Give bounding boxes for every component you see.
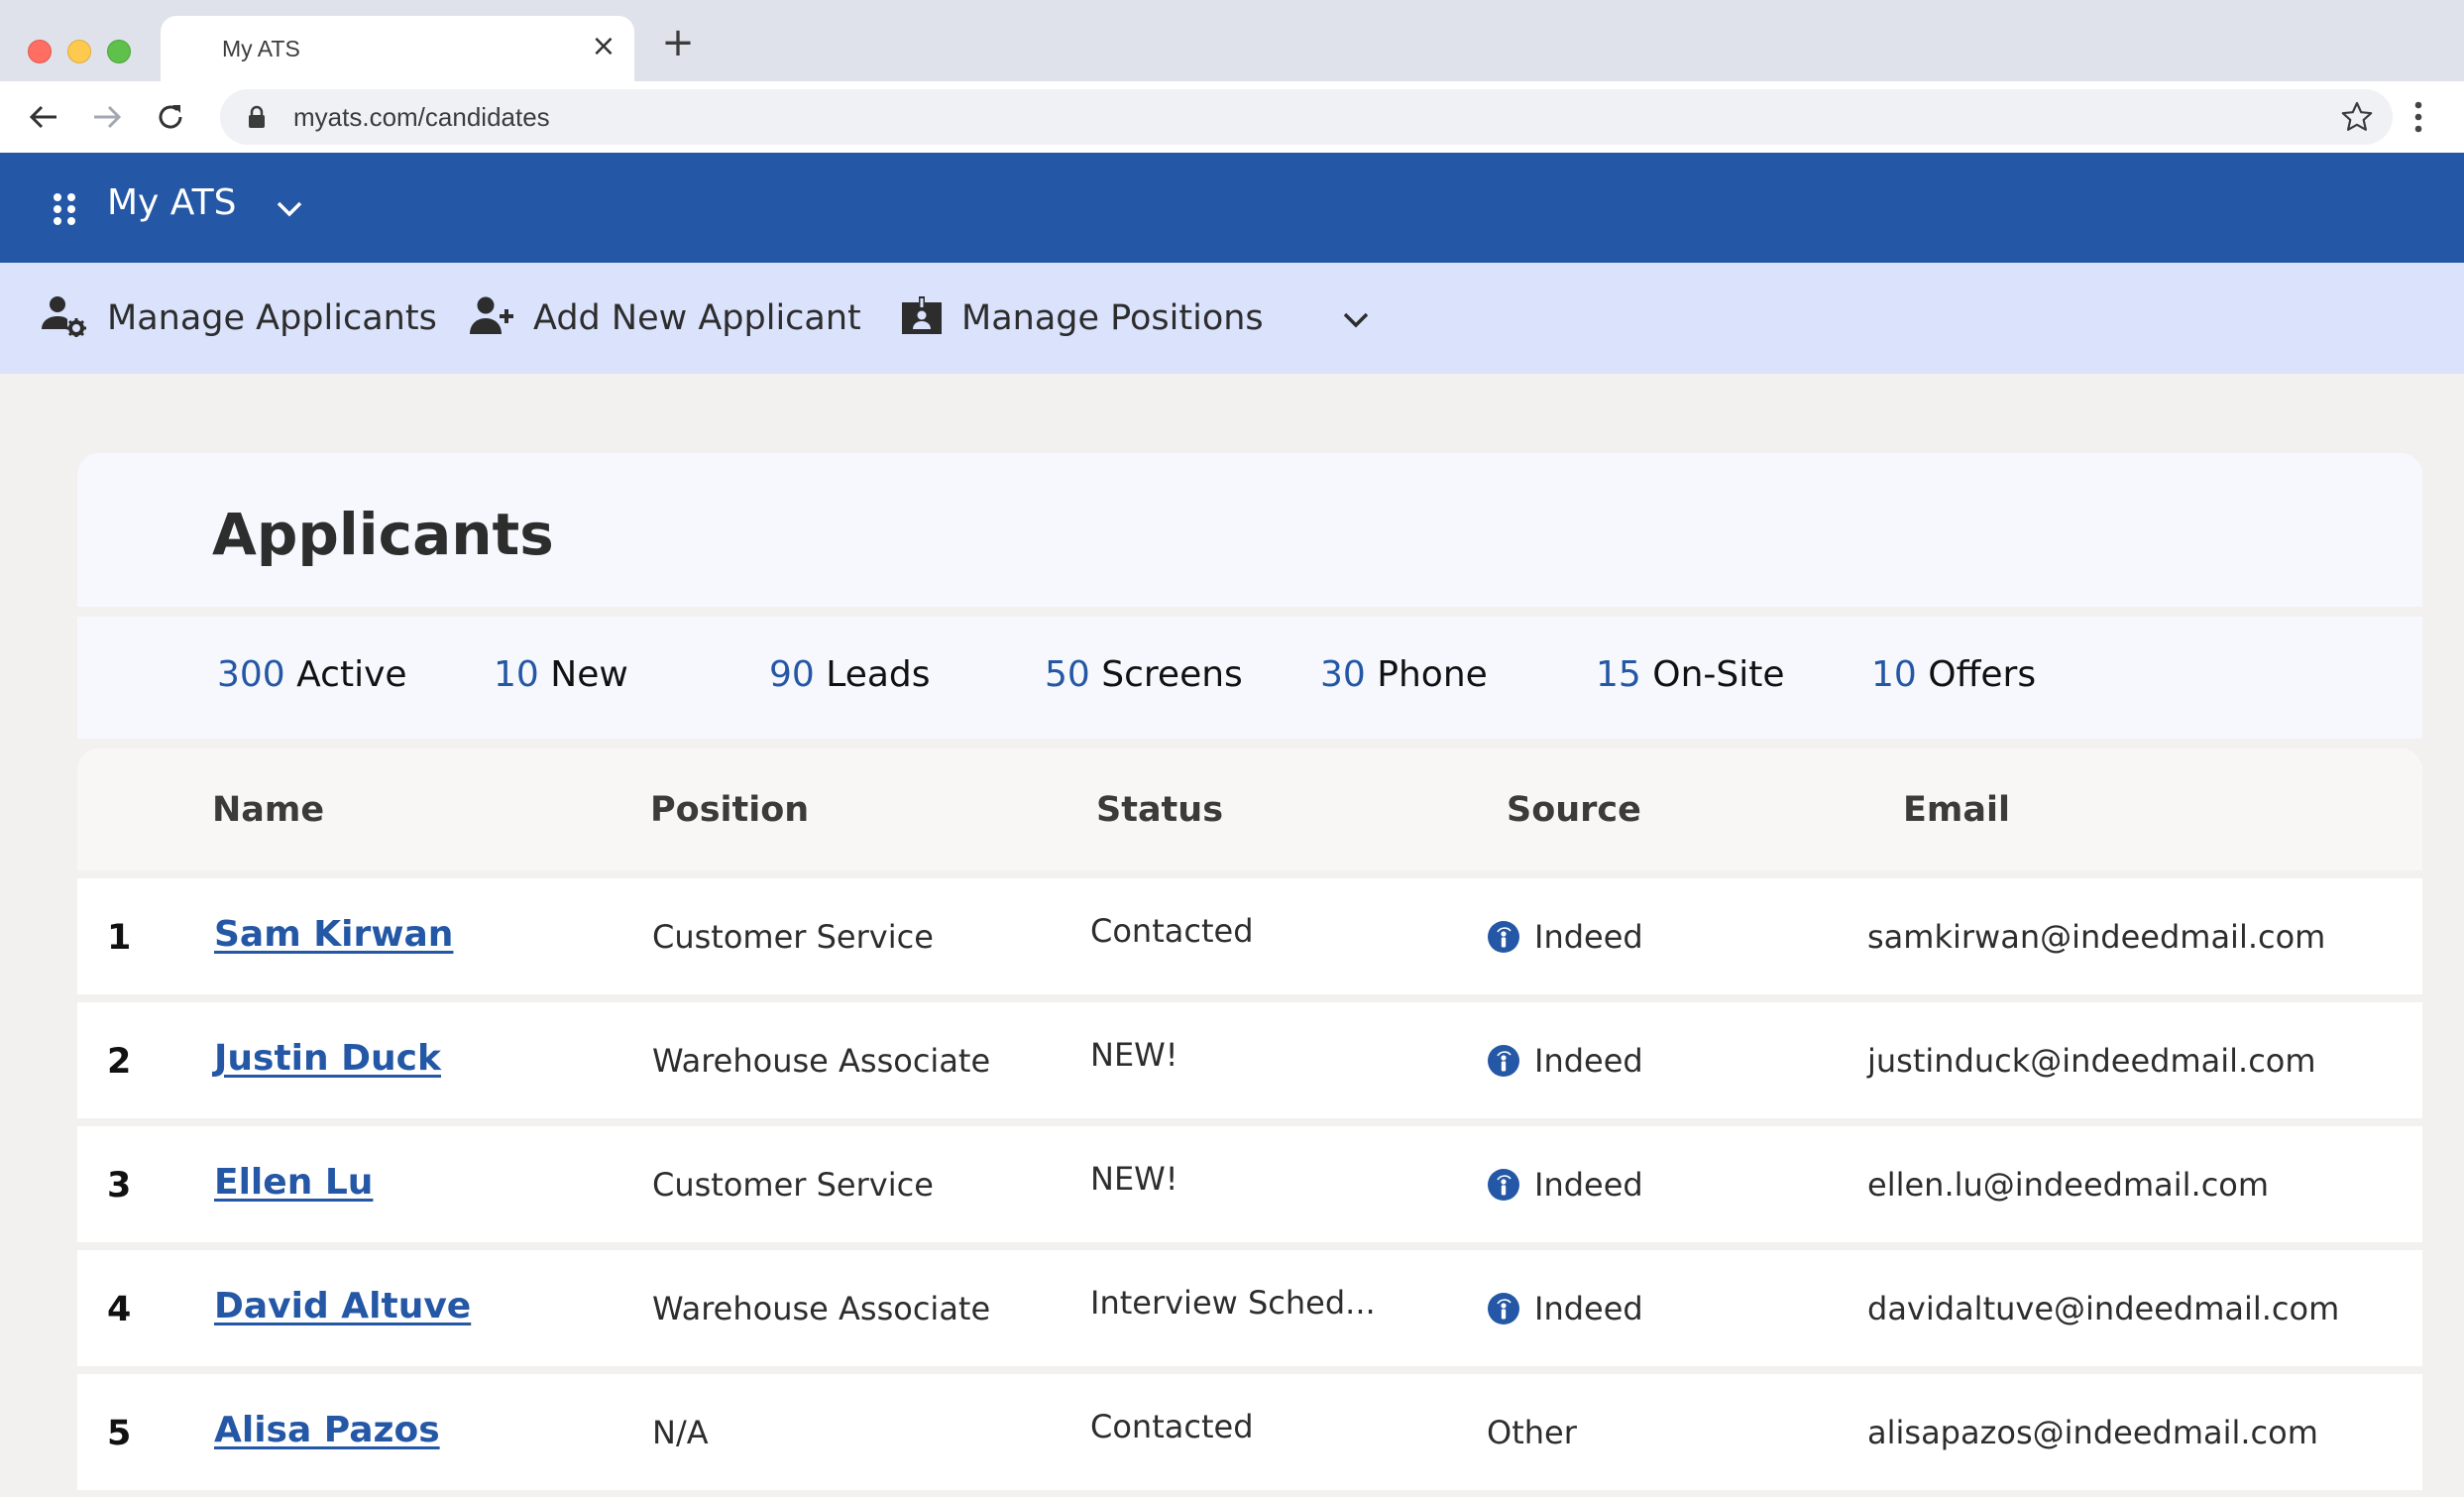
source-label: Indeed — [1534, 1166, 1643, 1204]
applicant-source: Indeed — [1487, 1290, 1643, 1327]
applicant-status: Contacted — [1090, 912, 1254, 950]
applicant-position: Warehouse Associate — [652, 1290, 991, 1327]
applicant-name-link[interactable]: Sam Kirwan — [214, 914, 453, 955]
address-bar[interactable]: myats.com/candidates — [220, 89, 2393, 145]
column-header-name[interactable]: Name — [212, 790, 324, 830]
source-label: Other — [1487, 1414, 1577, 1451]
stat-leads[interactable]: 90 Leads — [769, 654, 931, 695]
minimize-window-button[interactable] — [67, 40, 91, 63]
applicant-email: alisapazos@indeedmail.com — [1867, 1414, 2318, 1451]
app-title: My ATS — [107, 182, 237, 223]
applicant-source: Indeed — [1487, 1166, 1643, 1204]
column-header-status[interactable]: Status — [1096, 790, 1223, 830]
row-index: 1 — [107, 918, 132, 958]
user-plus-icon — [470, 296, 513, 340]
table-row[interactable]: 4 David Altuve Warehouse Associate Inter… — [77, 1250, 2422, 1366]
browser-tab-bar: My ATS × + — [0, 0, 2464, 81]
browser-tab[interactable]: My ATS × — [161, 16, 634, 81]
browser-toolbar: myats.com/candidates — [0, 81, 2464, 153]
applicant-email: justinduck@indeedmail.com — [1867, 1042, 2316, 1080]
maximize-window-button[interactable] — [107, 40, 131, 63]
nav-add-new-applicant[interactable]: Add New Applicant — [470, 294, 861, 342]
app-header: My ATS — [0, 153, 2464, 263]
stat-active[interactable]: 300 Active — [217, 654, 407, 695]
applicant-email: ellen.lu@indeedmail.com — [1867, 1166, 2270, 1204]
indeed-icon — [1488, 1293, 1519, 1324]
column-header-source[interactable]: Source — [1507, 790, 1641, 830]
source-label: Indeed — [1534, 1290, 1643, 1327]
indeed-icon — [1488, 921, 1519, 953]
stat-on-site[interactable]: 15 On-Site — [1596, 654, 1785, 695]
applicant-name-link[interactable]: Alisa Pazos — [214, 1410, 440, 1450]
nav-manage-positions-label: Manage Positions — [961, 298, 1264, 338]
reload-icon[interactable] — [151, 97, 190, 137]
applicant-name-link[interactable]: Ellen Lu — [214, 1162, 373, 1203]
column-header-position[interactable]: Position — [650, 790, 809, 830]
nav-manage-applicants-label: Manage Applicants — [107, 298, 437, 338]
row-index: 5 — [107, 1414, 132, 1453]
browser-menu-icon[interactable] — [2407, 99, 2430, 135]
applicant-status: Contacted — [1090, 1408, 1254, 1445]
status-summary-bar: 300 Active 10 New 90 Leads 50 Screens 30… — [77, 617, 2422, 739]
nav-manage-applicants[interactable]: Manage Applicants — [42, 294, 437, 342]
close-window-button[interactable] — [28, 40, 52, 63]
page-header-panel: Applicants — [77, 453, 2422, 607]
table-row[interactable]: 2 Justin Duck Warehouse Associate NEW! I… — [77, 1002, 2422, 1118]
applicant-email: samkirwan@indeedmail.com — [1867, 918, 2326, 956]
applicant-status: Interview Sched... — [1090, 1284, 1376, 1322]
indeed-icon — [1488, 1169, 1519, 1201]
applicant-status: NEW! — [1090, 1036, 1178, 1074]
applicant-position: Customer Service — [652, 1166, 934, 1204]
url-text: myats.com/candidates — [293, 102, 550, 132]
applicant-source: Indeed — [1487, 918, 1643, 956]
id-badge-icon — [902, 296, 942, 340]
more-nav-chevron-down-icon[interactable] — [1340, 303, 1372, 335]
column-header-email[interactable]: Email — [1903, 790, 2010, 830]
tab-title: My ATS — [222, 36, 300, 61]
applicant-source: Other — [1487, 1414, 1577, 1451]
source-label: Indeed — [1534, 1042, 1643, 1080]
sub-navigation: Manage Applicants Add New Applicant Mana… — [0, 263, 2464, 374]
back-arrow-icon[interactable] — [24, 97, 63, 137]
close-tab-icon[interactable]: × — [587, 30, 620, 63]
applicant-status: NEW! — [1090, 1160, 1178, 1198]
nav-add-new-applicant-label: Add New Applicant — [533, 298, 861, 338]
table-row[interactable]: 3 Ellen Lu Customer Service NEW! Indeed … — [77, 1126, 2422, 1242]
row-index: 3 — [107, 1166, 132, 1206]
applicant-position: N/A — [652, 1414, 709, 1451]
user-gear-icon — [42, 295, 87, 341]
chevron-down-icon[interactable] — [274, 192, 305, 224]
applicant-name-link[interactable]: Justin Duck — [214, 1038, 441, 1079]
applicant-position: Warehouse Associate — [652, 1042, 991, 1080]
app-launcher-icon[interactable] — [52, 192, 77, 226]
stat-offers[interactable]: 10 Offers — [1871, 654, 2036, 695]
applicant-name-link[interactable]: David Altuve — [214, 1286, 471, 1326]
row-index: 4 — [107, 1290, 132, 1329]
row-index: 2 — [107, 1042, 132, 1082]
new-tab-icon[interactable]: + — [660, 23, 696, 62]
lock-icon — [248, 105, 266, 133]
table-header: Name Position Status Source Email — [77, 748, 2422, 870]
stat-screens[interactable]: 50 Screens — [1045, 654, 1243, 695]
indeed-icon — [1488, 1045, 1519, 1077]
applicant-source: Indeed — [1487, 1042, 1643, 1080]
applicant-email: davidaltuve@indeedmail.com — [1867, 1290, 2340, 1327]
forward-arrow-icon[interactable] — [87, 97, 127, 137]
stat-new[interactable]: 10 New — [494, 654, 628, 695]
stat-phone[interactable]: 30 Phone — [1320, 654, 1488, 695]
bookmark-star-icon[interactable] — [2339, 99, 2375, 135]
table-row[interactable]: 5 Alisa Pazos N/A Contacted Other alisap… — [77, 1374, 2422, 1490]
source-label: Indeed — [1534, 918, 1643, 956]
applicant-position: Customer Service — [652, 918, 934, 956]
nav-manage-positions[interactable]: Manage Positions — [902, 294, 1264, 342]
table-row[interactable]: 1 Sam Kirwan Customer Service Contacted … — [77, 878, 2422, 994]
page-title: Applicants — [212, 501, 554, 568]
